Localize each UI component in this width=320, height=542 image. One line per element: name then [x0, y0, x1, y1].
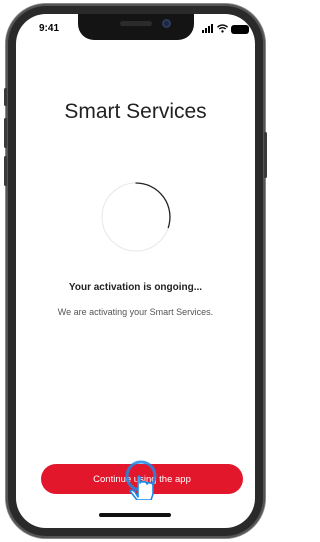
silent-switch [4, 88, 7, 106]
phone-screen: 9:41 Smart Services Your activation is o… [16, 14, 255, 528]
signal-icon [202, 24, 213, 33]
volume-up-button [4, 118, 7, 148]
speaker-grille [120, 21, 152, 26]
notch [78, 14, 194, 40]
hand-pointer-icon [125, 460, 157, 500]
activation-status-heading: Your activation is ongoing... [68, 282, 203, 293]
wifi-icon [217, 24, 228, 33]
front-camera [162, 19, 171, 28]
activation-status-subtext: We are activating your Smart Services. [57, 307, 214, 317]
volume-down-button [4, 156, 7, 186]
loading-spinner [101, 182, 171, 252]
status-time: 9:41 [39, 23, 60, 34]
status-icons [202, 24, 248, 33]
home-indicator [99, 513, 171, 517]
power-button [264, 132, 267, 178]
battery-icon [232, 26, 248, 33]
page-title: Smart Services [64, 100, 207, 123]
